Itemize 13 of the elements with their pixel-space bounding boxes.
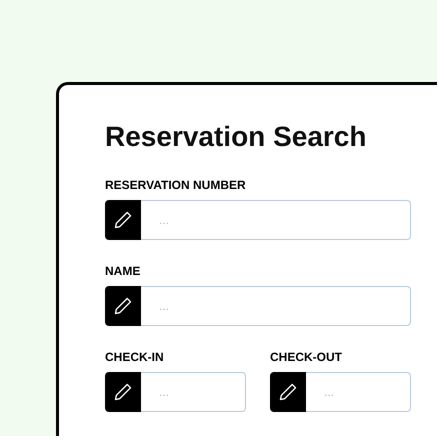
field-label: CHECK-OUT [270,349,343,366]
page-title: Reservation Search [105,120,368,154]
input-field[interactable]: ... [306,372,411,412]
input-field[interactable]: ... [141,200,411,240]
pencil-icon [270,372,306,412]
field-label: CHECK-IN [105,349,165,366]
pencil-icon [105,372,141,412]
input-field[interactable]: ... [141,286,411,326]
field-label: RESERVATION NUMBER [105,177,247,194]
input-field[interactable]: ... [141,372,246,412]
pencil-icon [105,286,141,326]
field-label: NAME [105,263,142,280]
pencil-icon [105,200,141,240]
